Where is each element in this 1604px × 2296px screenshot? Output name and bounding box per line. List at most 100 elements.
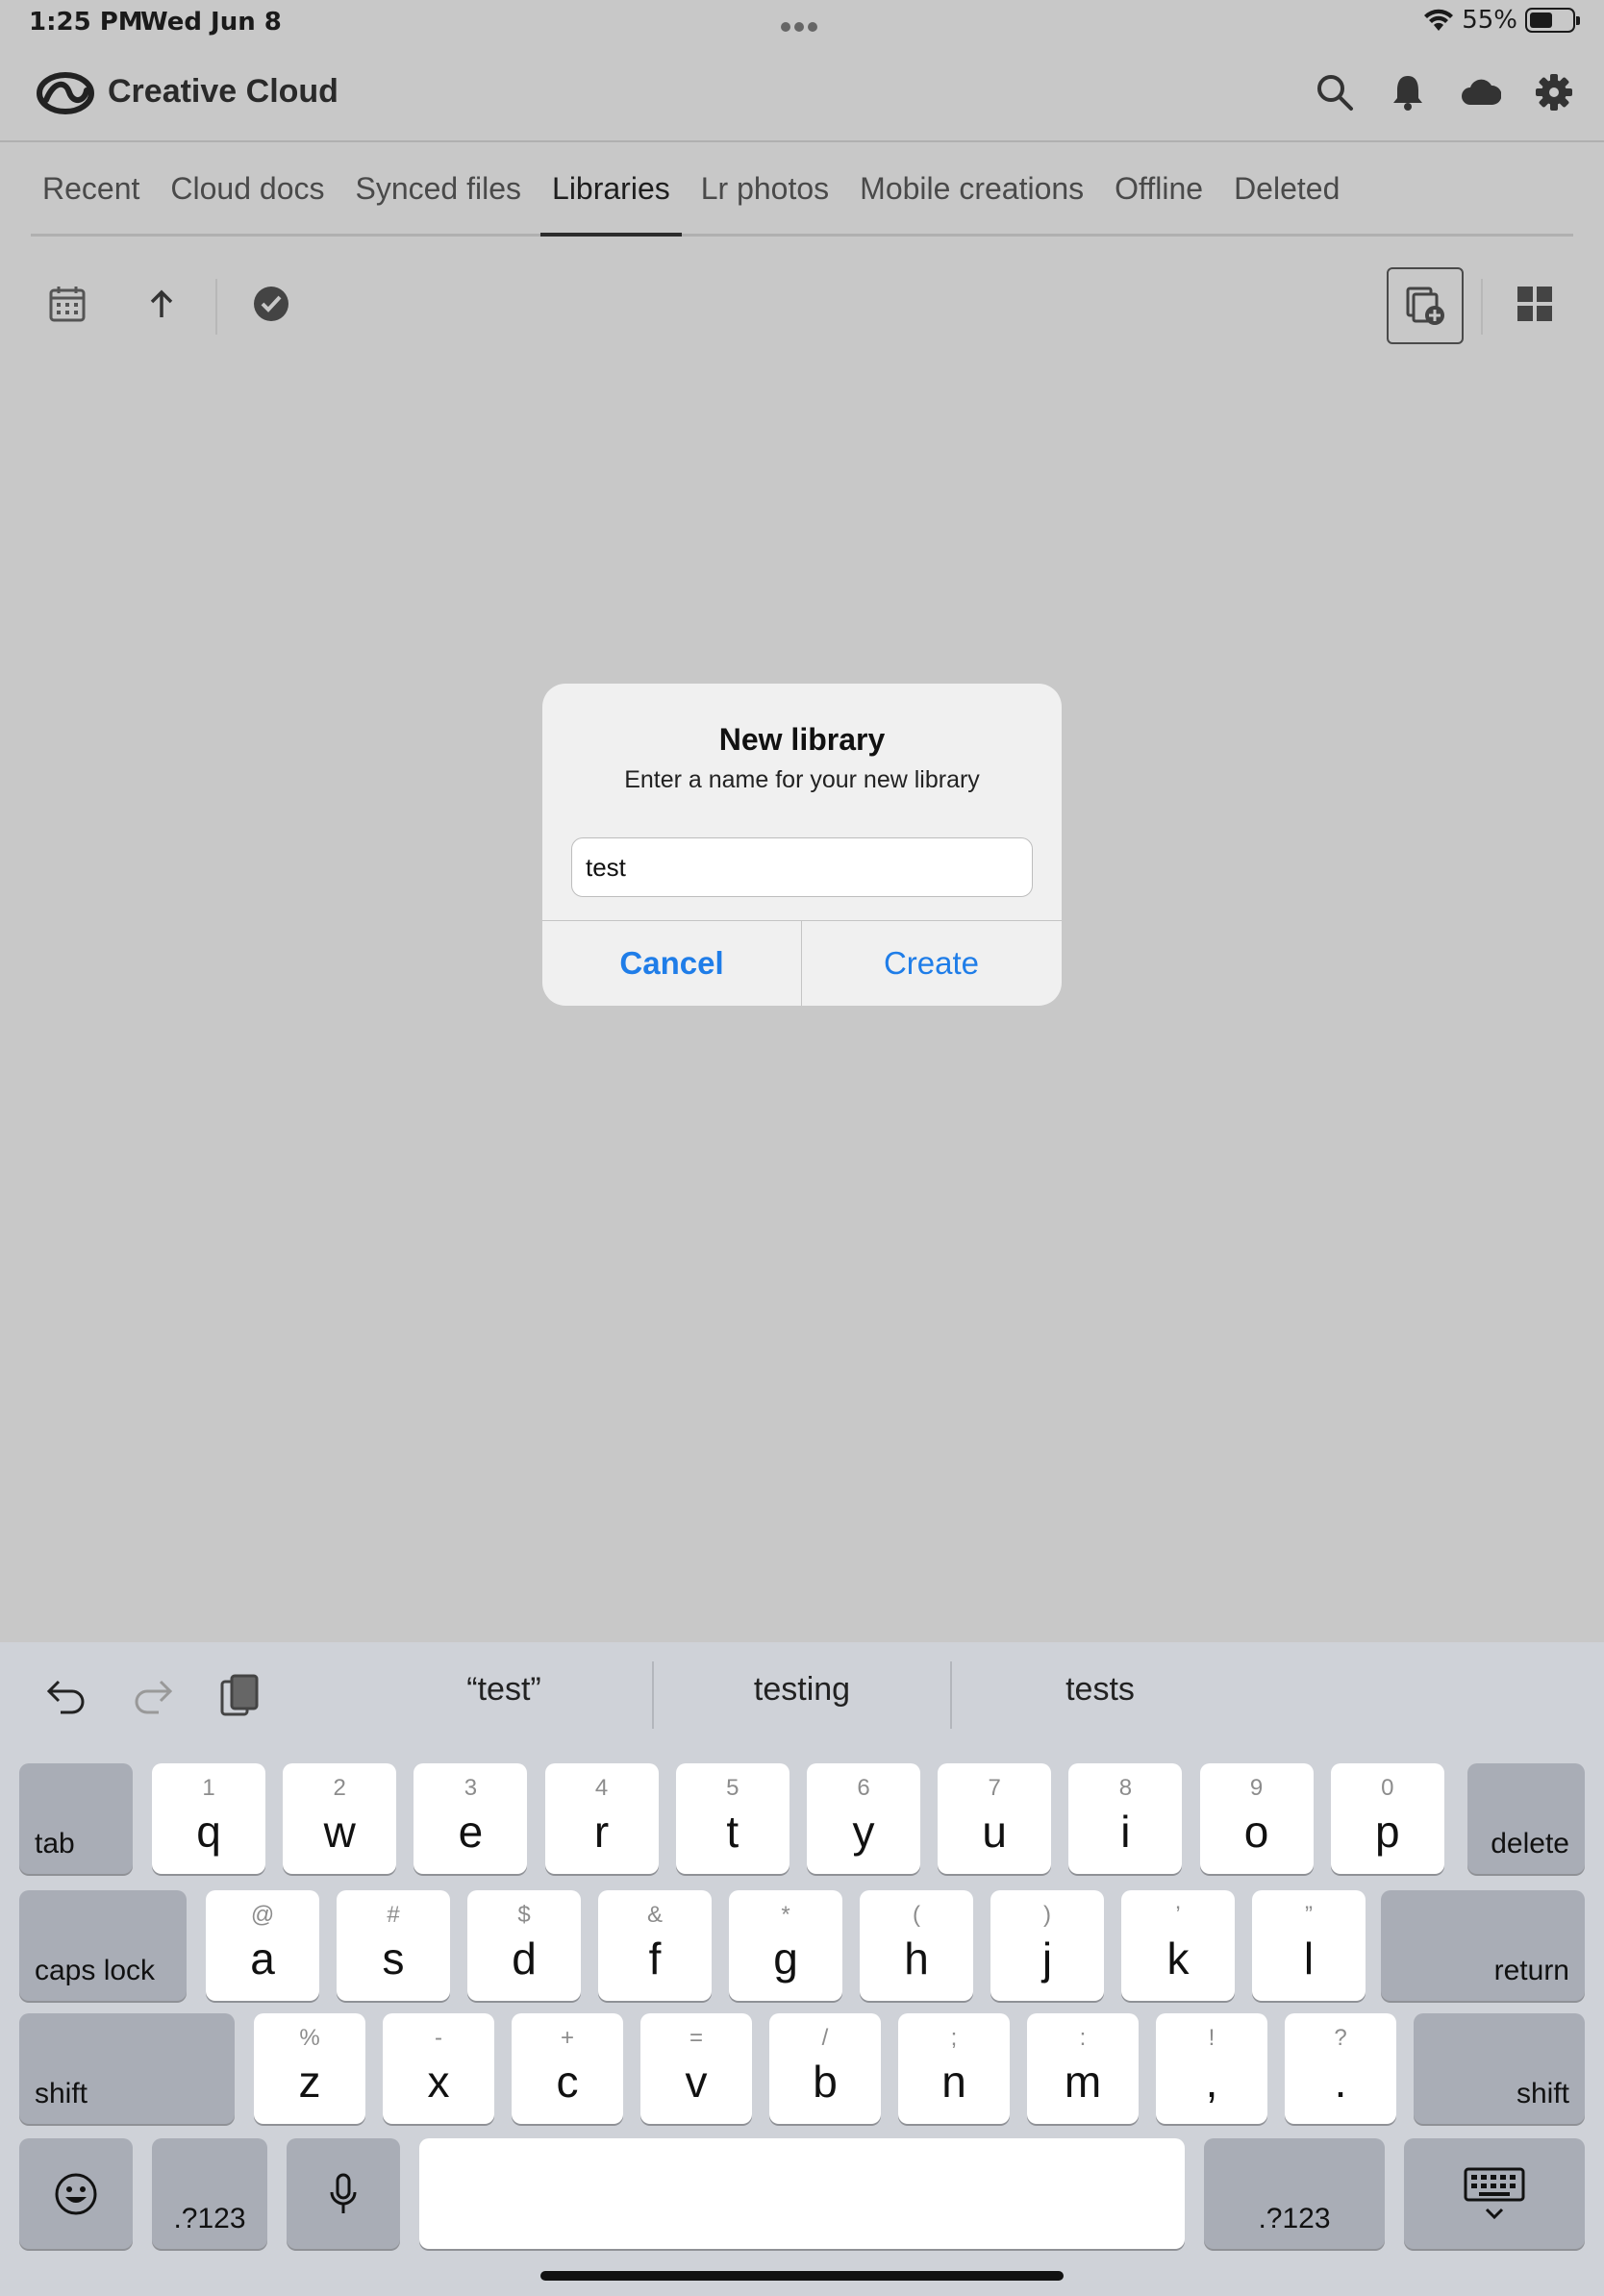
key-primary-label: a [250,1934,275,1984]
cancel-button[interactable]: Cancel [542,921,801,1006]
key-primary-label: q [196,1807,221,1857]
battery-percent: 55% [1462,6,1517,35]
key-secondary-label: % [299,2025,320,2051]
space-bar[interactable] [419,2138,1185,2249]
key-primary-label: z [298,2057,321,2107]
key-l[interactable]: ” l [1252,1890,1366,2001]
dictation-key[interactable] [287,2138,400,2249]
key-primary-label: l [1303,1934,1315,1984]
key-primary-label: , [1205,2057,1218,2107]
select-checkmark-icon[interactable] [242,275,300,333]
suggestion-tests[interactable]: tests [956,1671,1244,1709]
key-c[interactable]: + c [512,2013,623,2124]
tab-key[interactable]: tab [19,1763,133,1874]
key-a[interactable]: @ a [206,1890,319,2001]
return-key[interactable]: return [1381,1890,1585,2001]
tab-synced-files[interactable]: Synced files [343,142,533,237]
battery-icon [1525,8,1580,33]
undo-icon[interactable] [42,1671,90,1719]
shift-right-key[interactable]: shift [1414,2013,1585,2124]
tab-recent[interactable]: Recent [31,142,151,237]
key-t[interactable]: 5t [675,1763,789,1874]
key-secondary-label: 0 [1381,1775,1394,1801]
key-w[interactable]: 2w [283,1763,397,1874]
key-q[interactable]: 1q [152,1763,265,1874]
key-secondary-label: $ [517,1902,531,1928]
numbers-key-right[interactable]: .?123 [1204,2138,1385,2249]
key-y[interactable]: 6y [807,1763,920,1874]
tab-cloud-docs[interactable]: Cloud docs [159,142,336,237]
key-b[interactable]: / b [769,2013,881,2124]
key-secondary-label: ( [913,1902,920,1928]
key-h[interactable]: (h [860,1890,973,2001]
key-primary-label: s [382,1934,405,1984]
key-period[interactable]: ?. [1285,2013,1396,2124]
suggestion-quoted[interactable]: “test” [360,1671,648,1709]
predictive-text-bar: “test” testing tests [0,1642,1604,1746]
library-name-input[interactable] [571,837,1033,897]
key-k[interactable]: ’ k [1121,1890,1235,2001]
sort-ascending-arrow-icon[interactable] [133,275,190,333]
cloud-sync-icon[interactable] [1460,69,1502,115]
redo-icon[interactable] [129,1671,177,1719]
delete-key[interactable]: delete [1467,1763,1585,1874]
caps-lock-key[interactable]: caps lock [19,1890,187,2001]
emoji-key[interactable] [19,2138,133,2249]
dismiss-keyboard-key[interactable] [1404,2138,1585,2249]
key-primary-label: h [904,1934,929,1984]
key-primary-label: n [941,2057,966,2107]
key-primary-label: k [1166,1934,1190,1984]
suggestion-testing[interactable]: testing [658,1671,946,1709]
key-z[interactable]: % z [254,2013,365,2124]
tab-deleted[interactable]: Deleted [1222,142,1351,237]
key-secondary-label: ” [1305,1902,1313,1928]
tab-libraries[interactable]: Libraries [540,142,682,237]
emoji-icon [55,2173,97,2214]
key-m[interactable]: :m [1027,2013,1139,2124]
key-g[interactable]: * g [729,1890,842,2001]
key-comma[interactable]: !, [1156,2013,1267,2124]
multitasking-dots-icon[interactable] [781,17,823,32]
paste-clipboard-icon[interactable] [215,1671,263,1719]
tab-mobile-creations[interactable]: Mobile creations [848,142,1095,237]
key-secondary-label: 1 [202,1775,215,1801]
notifications-bell-icon[interactable] [1387,69,1429,115]
shift-left-key[interactable]: shift [19,2013,235,2124]
key-primary-label: y [852,1807,875,1857]
home-indicator[interactable] [540,2271,1064,2281]
key-p[interactable]: 0p [1330,1763,1444,1874]
dialog-title: New library [718,722,886,757]
key-d[interactable]: $ d [467,1890,581,2001]
key-v[interactable]: = v [640,2013,752,2124]
search-icon[interactable] [1314,69,1356,115]
tab-offline[interactable]: Offline [1103,142,1215,237]
create-button[interactable]: Create [802,921,1061,1006]
key-r[interactable]: 4r [544,1763,659,1874]
key-x[interactable]: -x [383,2013,494,2124]
new-library-dialog: New library Enter a name for your new li… [542,684,1062,1006]
key-j[interactable]: ) j [990,1890,1104,2001]
numbers-key-left[interactable]: .?123 [152,2138,267,2249]
sort-by-date-calendar-icon[interactable] [38,275,96,333]
key-i[interactable]: 8i [1068,1763,1183,1874]
wifi-icon [1424,9,1454,31]
tab-lr-photos[interactable]: Lr photos [689,142,840,237]
key-primary-label: p [1375,1807,1400,1857]
key-secondary-label: # [387,1902,400,1928]
key-n[interactable]: ; n [898,2013,1010,2124]
key-u[interactable]: 7u [938,1763,1052,1874]
settings-gear-icon[interactable] [1533,69,1575,115]
key-s[interactable]: # s [337,1890,450,2001]
key-primary-label: e [458,1807,484,1857]
key-secondary-label: ) [1043,1902,1051,1928]
key-f[interactable]: & f [598,1890,712,2001]
key-o[interactable]: 9o [1199,1763,1314,1874]
grid-view-icon[interactable] [1506,275,1564,333]
key-primary-label: d [512,1934,537,1984]
key-e[interactable]: 3e [414,1763,528,1874]
add-library-icon [1406,287,1444,325]
key-primary-label: t [726,1807,739,1857]
new-library-button[interactable] [1387,267,1464,344]
microphone-icon [330,2173,357,2213]
key-primary-label: . [1334,2057,1347,2107]
